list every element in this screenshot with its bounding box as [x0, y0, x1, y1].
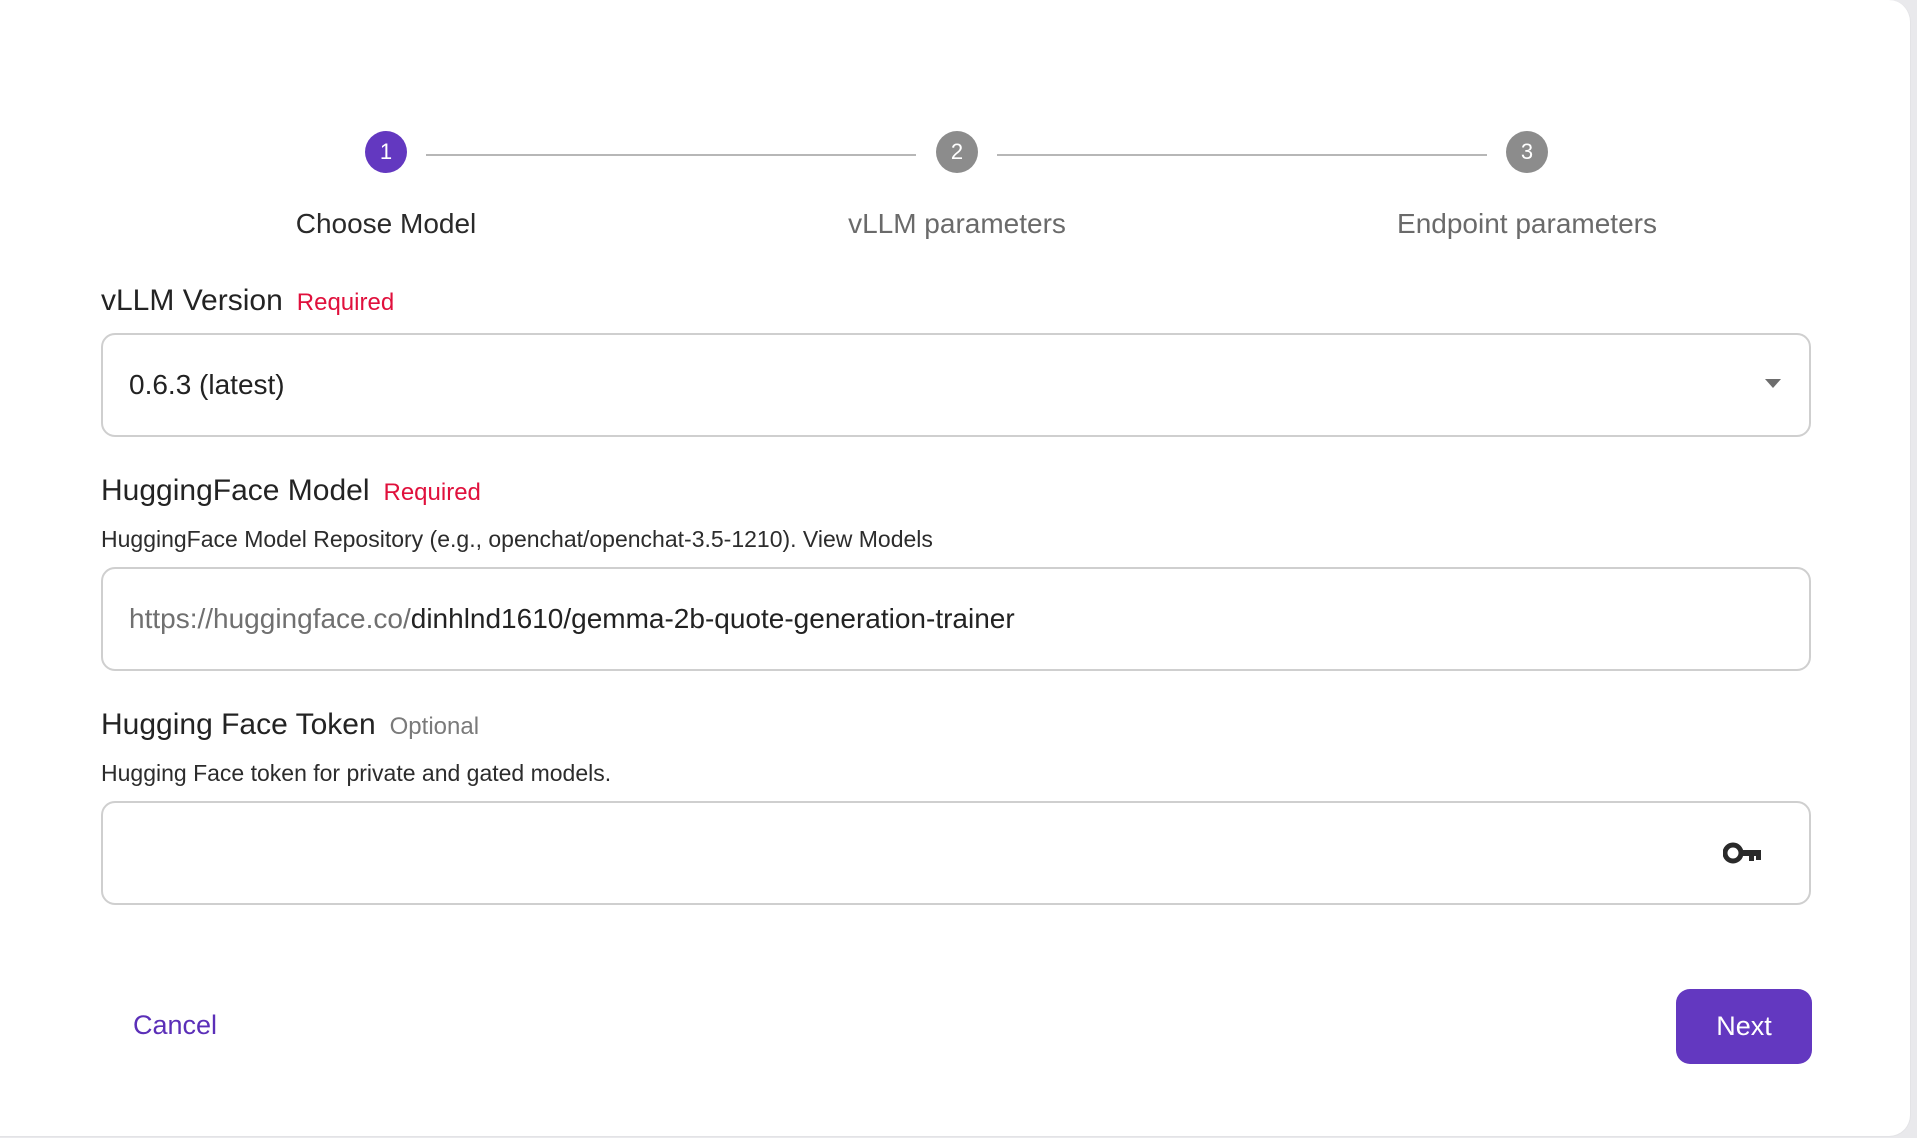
- step-connector-2: [997, 154, 1487, 156]
- hf-token-help: Hugging Face token for private and gated…: [101, 760, 612, 786]
- hf-token-title: Hugging Face Token Optional: [101, 708, 479, 742]
- step-1-indicator[interactable]: 1: [365, 131, 407, 173]
- optional-badge: Optional: [389, 713, 480, 740]
- vllm-version-selected: 0.6.3 (latest): [129, 369, 285, 400]
- vllm-version-select[interactable]: 0.6.3 (latest): [101, 333, 1811, 437]
- vllm-version-title: vLLM Version Required: [101, 284, 394, 318]
- hf-model-label: HuggingFace Model: [101, 474, 370, 507]
- hf-token-input[interactable]: [101, 801, 1811, 905]
- required-badge: Required: [383, 479, 481, 506]
- step-connector-1: [426, 154, 916, 156]
- vllm-version-label: vLLM Version: [101, 284, 283, 317]
- hf-model-input[interactable]: https://huggingface.co/dinhlnd1610/gemma…: [101, 567, 1811, 671]
- step-2-indicator[interactable]: 2: [936, 131, 978, 173]
- step-2-label: vLLM parameters: [848, 208, 1066, 239]
- hf-token-label: Hugging Face Token: [101, 708, 376, 741]
- step-3-indicator[interactable]: 3: [1506, 131, 1548, 173]
- hf-model-help: HuggingFace Model Repository (e.g., open…: [101, 526, 933, 552]
- hf-model-title: HuggingFace Model Required: [101, 474, 481, 508]
- step-1-label: Choose Model: [295, 208, 477, 239]
- key-icon[interactable]: [1723, 839, 1763, 867]
- cancel-button[interactable]: Cancel: [133, 1010, 217, 1041]
- chevron-down-icon[interactable]: [1765, 379, 1781, 388]
- hf-url-prefix: https://huggingface.co/: [129, 603, 411, 634]
- next-button[interactable]: Next: [1676, 989, 1812, 1064]
- step-3-label: Endpoint parameters: [1397, 208, 1657, 239]
- hf-model-value[interactable]: dinhlnd1610/gemma-2b-quote-generation-tr…: [411, 603, 1015, 634]
- required-badge: Required: [296, 289, 395, 316]
- deploy-model-dialog: 1 2 3 Choose Model vLLM parameters Endpo…: [0, 0, 1911, 1137]
